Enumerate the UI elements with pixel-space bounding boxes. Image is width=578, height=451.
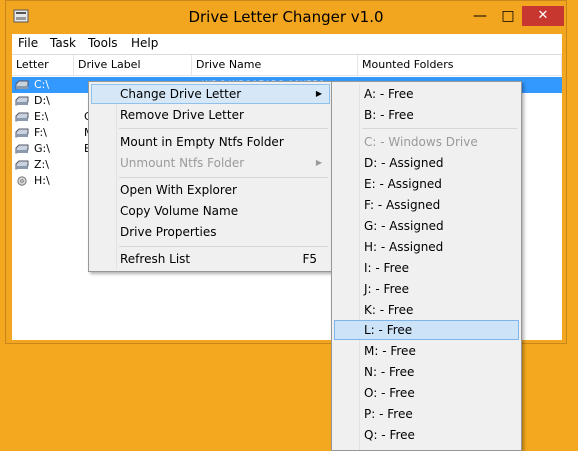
hard-drive-icon — [15, 160, 29, 170]
submenu-item-label: Q: - Free — [364, 428, 415, 442]
menu-item-label: Mount in Empty Ntfs Folder — [120, 135, 284, 149]
hard-drive-icon — [15, 128, 29, 138]
submenu-item-label: L: - Free — [364, 323, 413, 337]
submenu-item-label: I: - Free — [364, 261, 410, 275]
submenu-item-m[interactable]: M: - Free — [334, 341, 519, 361]
submenu-item-label: O: - Free — [364, 386, 415, 400]
submenu-item-label: A: - Free — [364, 87, 414, 101]
menu-item-label: Unmount Ntfs Folder — [120, 156, 245, 170]
menu-separator — [119, 128, 328, 129]
close-button[interactable]: ✕ — [522, 6, 564, 26]
submenu-item-k[interactable]: K: - Free — [334, 300, 519, 320]
menu-tools[interactable]: Tools — [88, 36, 118, 50]
submenu-item-b[interactable]: B: - Free — [334, 105, 519, 125]
drive-letter: C:\ — [34, 78, 50, 91]
drive-letter-submenu: A: - Free B: - Free C: - Windows Drive D… — [331, 81, 522, 451]
submenu-item-label: N: - Free — [364, 365, 415, 379]
drive-letter: D:\ — [34, 94, 50, 107]
submenu-item-d[interactable]: D: - Assigned — [334, 153, 519, 173]
drive-letter: F:\ — [34, 126, 47, 139]
header-divider — [12, 75, 562, 76]
menu-item-change-drive-letter[interactable]: Change Drive Letter ▶ — [91, 84, 330, 104]
menu-separator — [362, 128, 517, 129]
menu-item-copy-volume-name[interactable]: Copy Volume Name — [91, 201, 330, 221]
hard-drive-icon — [15, 96, 29, 106]
submenu-item-label: G: - Assigned — [364, 219, 444, 233]
submenu-item-n[interactable]: N: - Free — [334, 362, 519, 382]
shortcut-label: F5 — [302, 252, 317, 266]
maximize-button[interactable]: □ — [496, 6, 520, 26]
optical-drive-icon — [17, 176, 27, 186]
submenu-item-label: H: - Assigned — [364, 240, 444, 254]
submenu-item-e[interactable]: E: - Assigned — [334, 174, 519, 194]
menu-item-label: Open With Explorer — [120, 183, 237, 197]
submenu-item-label: B: - Free — [364, 108, 414, 122]
column-mounted-folders[interactable]: Mounted Folders — [358, 55, 562, 75]
hard-drive-icon — [15, 80, 29, 90]
submenu-item-o[interactable]: O: - Free — [334, 383, 519, 403]
menu-item-label: Change Drive Letter — [120, 87, 242, 101]
minimize-button[interactable]: — — [468, 6, 492, 26]
menu-item-refresh-list[interactable]: Refresh List F5 — [91, 249, 330, 269]
menu-item-label: Drive Properties — [120, 225, 217, 239]
submenu-item-label: E: - Assigned — [364, 177, 442, 191]
hard-drive-icon — [15, 112, 29, 122]
context-menu: Change Drive Letter ▶ Remove Drive Lette… — [88, 81, 333, 272]
submenu-item-label: M: - Free — [364, 344, 416, 358]
menu-item-label: Remove Drive Letter — [120, 108, 244, 122]
submenu-item-i[interactable]: I: - Free — [334, 258, 519, 278]
column-drive-label[interactable]: Drive Label — [74, 55, 192, 75]
submenu-item-label: D: - Assigned — [364, 156, 444, 170]
menu-item-label: Copy Volume Name — [120, 204, 239, 218]
menu-item-label: Refresh List — [120, 252, 191, 266]
menu-item-open-explorer[interactable]: Open With Explorer — [91, 180, 330, 200]
submenu-item-p[interactable]: P: - Free — [334, 404, 519, 424]
menu-task[interactable]: Task — [50, 36, 76, 50]
submenu-item-g[interactable]: G: - Assigned — [334, 216, 519, 236]
menu-item-mount-ntfs[interactable]: Mount in Empty Ntfs Folder — [91, 132, 330, 152]
column-drive-name[interactable]: Drive Name — [192, 55, 358, 75]
menu-help[interactable]: Help — [131, 36, 158, 50]
submenu-item-a[interactable]: A: - Free — [334, 84, 519, 104]
menu-bar: File Task Tools Help — [12, 34, 562, 54]
submenu-item-f[interactable]: F: - Assigned — [334, 195, 519, 215]
submenu-arrow-icon: ▶ — [315, 89, 322, 98]
column-letter[interactable]: Letter — [12, 55, 74, 75]
submenu-item-c: C: - Windows Drive — [334, 132, 519, 152]
submenu-arrow-icon: ▶ — [315, 158, 322, 167]
drive-letter: E:\ — [34, 110, 49, 123]
drive-letter: Z:\ — [34, 158, 49, 171]
submenu-item-label: J: - Free — [364, 282, 410, 296]
drive-letter: H:\ — [34, 174, 50, 187]
menu-file[interactable]: File — [18, 36, 38, 50]
menu-item-unmount-ntfs: Unmount Ntfs Folder ▶ — [91, 153, 330, 173]
menu-separator — [119, 246, 328, 247]
menu-item-remove-drive-letter[interactable]: Remove Drive Letter — [91, 105, 330, 125]
drive-letter: G:\ — [34, 142, 50, 155]
hard-drive-icon — [15, 144, 29, 154]
submenu-item-label: C: - Windows Drive — [364, 135, 478, 149]
submenu-item-q[interactable]: Q: - Free — [334, 425, 519, 445]
submenu-item-l[interactable]: L: - Free — [334, 320, 519, 340]
menu-item-drive-properties[interactable]: Drive Properties — [91, 222, 330, 242]
submenu-item-label: P: - Free — [364, 407, 413, 421]
submenu-item-label: K: - Free — [364, 303, 414, 317]
menu-separator — [119, 177, 328, 178]
submenu-item-j[interactable]: J: - Free — [334, 279, 519, 299]
submenu-item-label: F: - Assigned — [364, 198, 441, 212]
submenu-item-h[interactable]: H: - Assigned — [334, 237, 519, 257]
title-bar[interactable]: Drive Letter Changer v1.0 — □ ✕ — [6, 1, 566, 34]
